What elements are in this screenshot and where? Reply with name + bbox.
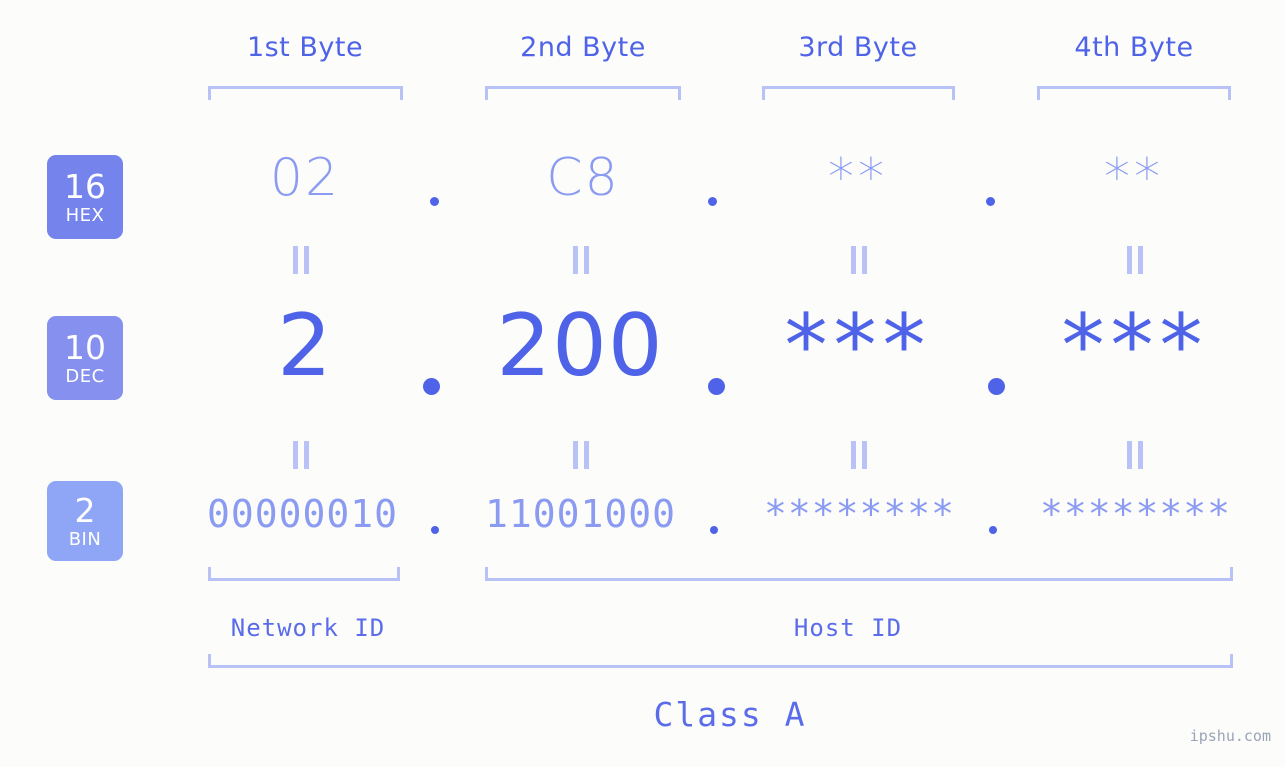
hex-separator-dot-3 [986, 197, 995, 206]
bin-byte-3: ******** [763, 492, 956, 536]
bin-byte-1: 00000010 [206, 492, 399, 536]
bin-byte-2: 11001000 [484, 492, 677, 536]
host-id-label: Host ID [793, 614, 903, 642]
equals-mark-dec-bin-3 [850, 441, 868, 469]
class-bracket [208, 654, 1233, 668]
bin-separator-dot-1 [431, 526, 439, 534]
ip-address-breakdown-diagram: 1st Byte 2nd Byte 3rd Byte 4th Byte 16 H… [0, 0, 1285, 767]
equals-mark-hex-dec-1 [292, 246, 310, 274]
radix-badge-hex-number: 16 [64, 166, 106, 206]
radix-badge-dec-name: DEC [65, 365, 105, 387]
dec-separator-dot-3 [988, 378, 1005, 395]
hex-separator-dot-2 [708, 197, 717, 206]
network-id-bracket [208, 567, 400, 581]
byte-bracket-3 [762, 86, 955, 100]
equals-mark-hex-dec-2 [572, 246, 590, 274]
equals-mark-dec-bin-2 [572, 441, 590, 469]
dec-separator-dot-2 [708, 378, 725, 395]
radix-badge-bin-number: 2 [74, 490, 96, 530]
byte-bracket-1 [208, 86, 403, 100]
hex-byte-4: ** [1104, 148, 1164, 208]
host-id-bracket [485, 567, 1233, 581]
byte-bracket-4 [1037, 86, 1231, 100]
byte-bracket-2 [485, 86, 681, 100]
network-id-label: Network ID [230, 614, 386, 642]
byte-header-3: 3rd Byte [798, 32, 918, 63]
equals-mark-hex-dec-3 [850, 246, 868, 274]
byte-header-4: 4th Byte [1074, 32, 1194, 63]
dec-byte-1: 2 [277, 296, 333, 396]
radix-badge-dec-number: 10 [64, 327, 106, 367]
class-label: Class A [653, 695, 807, 734]
equals-mark-dec-bin-1 [292, 441, 310, 469]
bin-separator-dot-2 [710, 526, 718, 534]
hex-separator-dot-1 [430, 197, 439, 206]
dec-byte-3: *** [784, 296, 932, 396]
hex-byte-1: 02 [269, 148, 341, 208]
bin-separator-dot-3 [989, 526, 997, 534]
radix-badge-bin: 2 BIN [47, 481, 123, 561]
equals-mark-hex-dec-4 [1126, 246, 1144, 274]
dec-byte-4: *** [1061, 296, 1209, 396]
hex-byte-2: C8 [546, 148, 620, 208]
hex-byte-3: ** [828, 148, 888, 208]
radix-badge-dec: 10 DEC [47, 316, 123, 400]
radix-badge-hex-name: HEX [65, 204, 105, 226]
dec-byte-2: 200 [496, 296, 664, 396]
radix-badge-hex: 16 HEX [47, 155, 123, 239]
site-watermark: ipshu.com [1189, 727, 1271, 745]
byte-header-1: 1st Byte [246, 32, 364, 63]
dec-separator-dot-1 [423, 378, 440, 395]
bin-byte-4: ******** [1039, 492, 1232, 536]
radix-badge-bin-name: BIN [68, 528, 102, 550]
equals-mark-dec-bin-4 [1126, 441, 1144, 469]
byte-header-2: 2nd Byte [520, 32, 646, 63]
